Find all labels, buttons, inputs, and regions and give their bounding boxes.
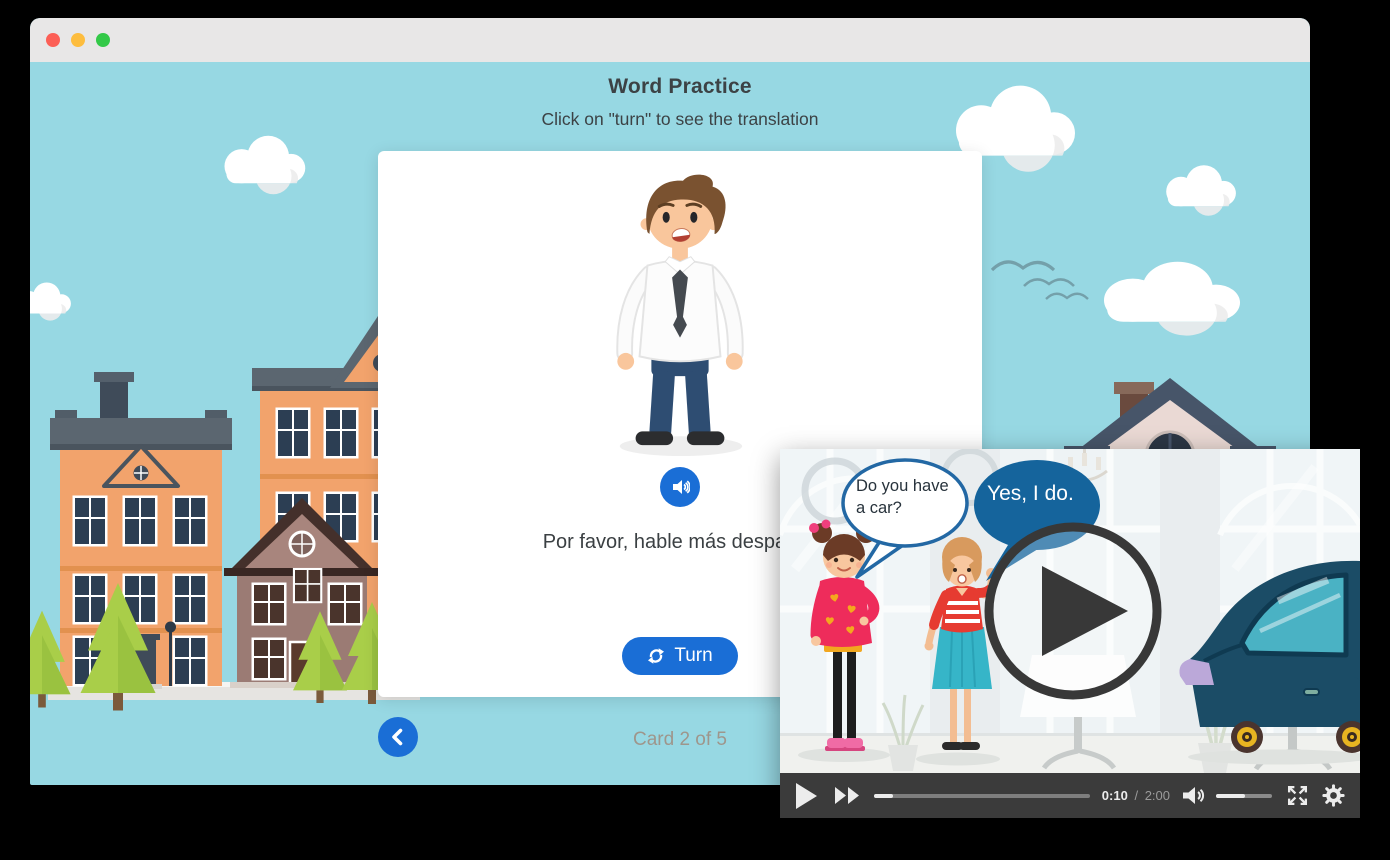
duration: 2:00 — [1145, 788, 1170, 803]
practice-header: Word Practice Click on "turn" to see the… — [378, 75, 982, 130]
fast-forward-icon — [835, 787, 860, 804]
birds — [992, 262, 1088, 299]
question-bubble-text: Do you have a car? — [856, 476, 966, 520]
speaker-icon — [670, 477, 690, 497]
turn-button-label: Turn — [674, 645, 712, 667]
progress-fill — [874, 794, 893, 798]
fullscreen-icon — [1286, 784, 1309, 807]
zoom-window-button[interactable] — [96, 33, 110, 47]
page-subtitle: Click on "turn" to see the translation — [378, 109, 982, 130]
minimize-window-button[interactable] — [71, 33, 85, 47]
time-display: 0:10 / 2:00 — [1102, 788, 1170, 803]
settings-button[interactable] — [1322, 784, 1345, 807]
close-window-button[interactable] — [46, 33, 60, 47]
fullscreen-button[interactable] — [1286, 784, 1309, 807]
page-title: Word Practice — [378, 75, 982, 99]
gear-icon — [1322, 784, 1345, 807]
volume-button[interactable] — [1182, 785, 1207, 806]
progress-bar[interactable] — [874, 794, 1090, 798]
window-titlebar — [30, 18, 1310, 62]
video-player[interactable]: Do you have a car? Yes, I do. 0:10 / 2:0… — [780, 449, 1360, 818]
refresh-icon — [647, 647, 665, 665]
fast-forward-button[interactable] — [835, 787, 860, 804]
speaker-icon — [1182, 785, 1207, 806]
car-wheel — [1231, 721, 1263, 753]
video-controls: 0:10 / 2:00 — [780, 773, 1360, 818]
play-icon — [795, 783, 817, 809]
man-illustration — [594, 163, 766, 459]
play-button[interactable] — [795, 783, 817, 809]
current-time: 0:10 — [1102, 788, 1128, 803]
turn-button[interactable]: Turn — [622, 637, 738, 675]
card-audio-button[interactable] — [660, 467, 700, 507]
house-right — [1064, 378, 1276, 456]
video-play-overlay[interactable] — [989, 527, 1157, 695]
answer-bubble-text: Yes, I do. — [987, 482, 1117, 506]
volume-fill — [1216, 794, 1245, 798]
volume-slider[interactable] — [1216, 794, 1272, 798]
